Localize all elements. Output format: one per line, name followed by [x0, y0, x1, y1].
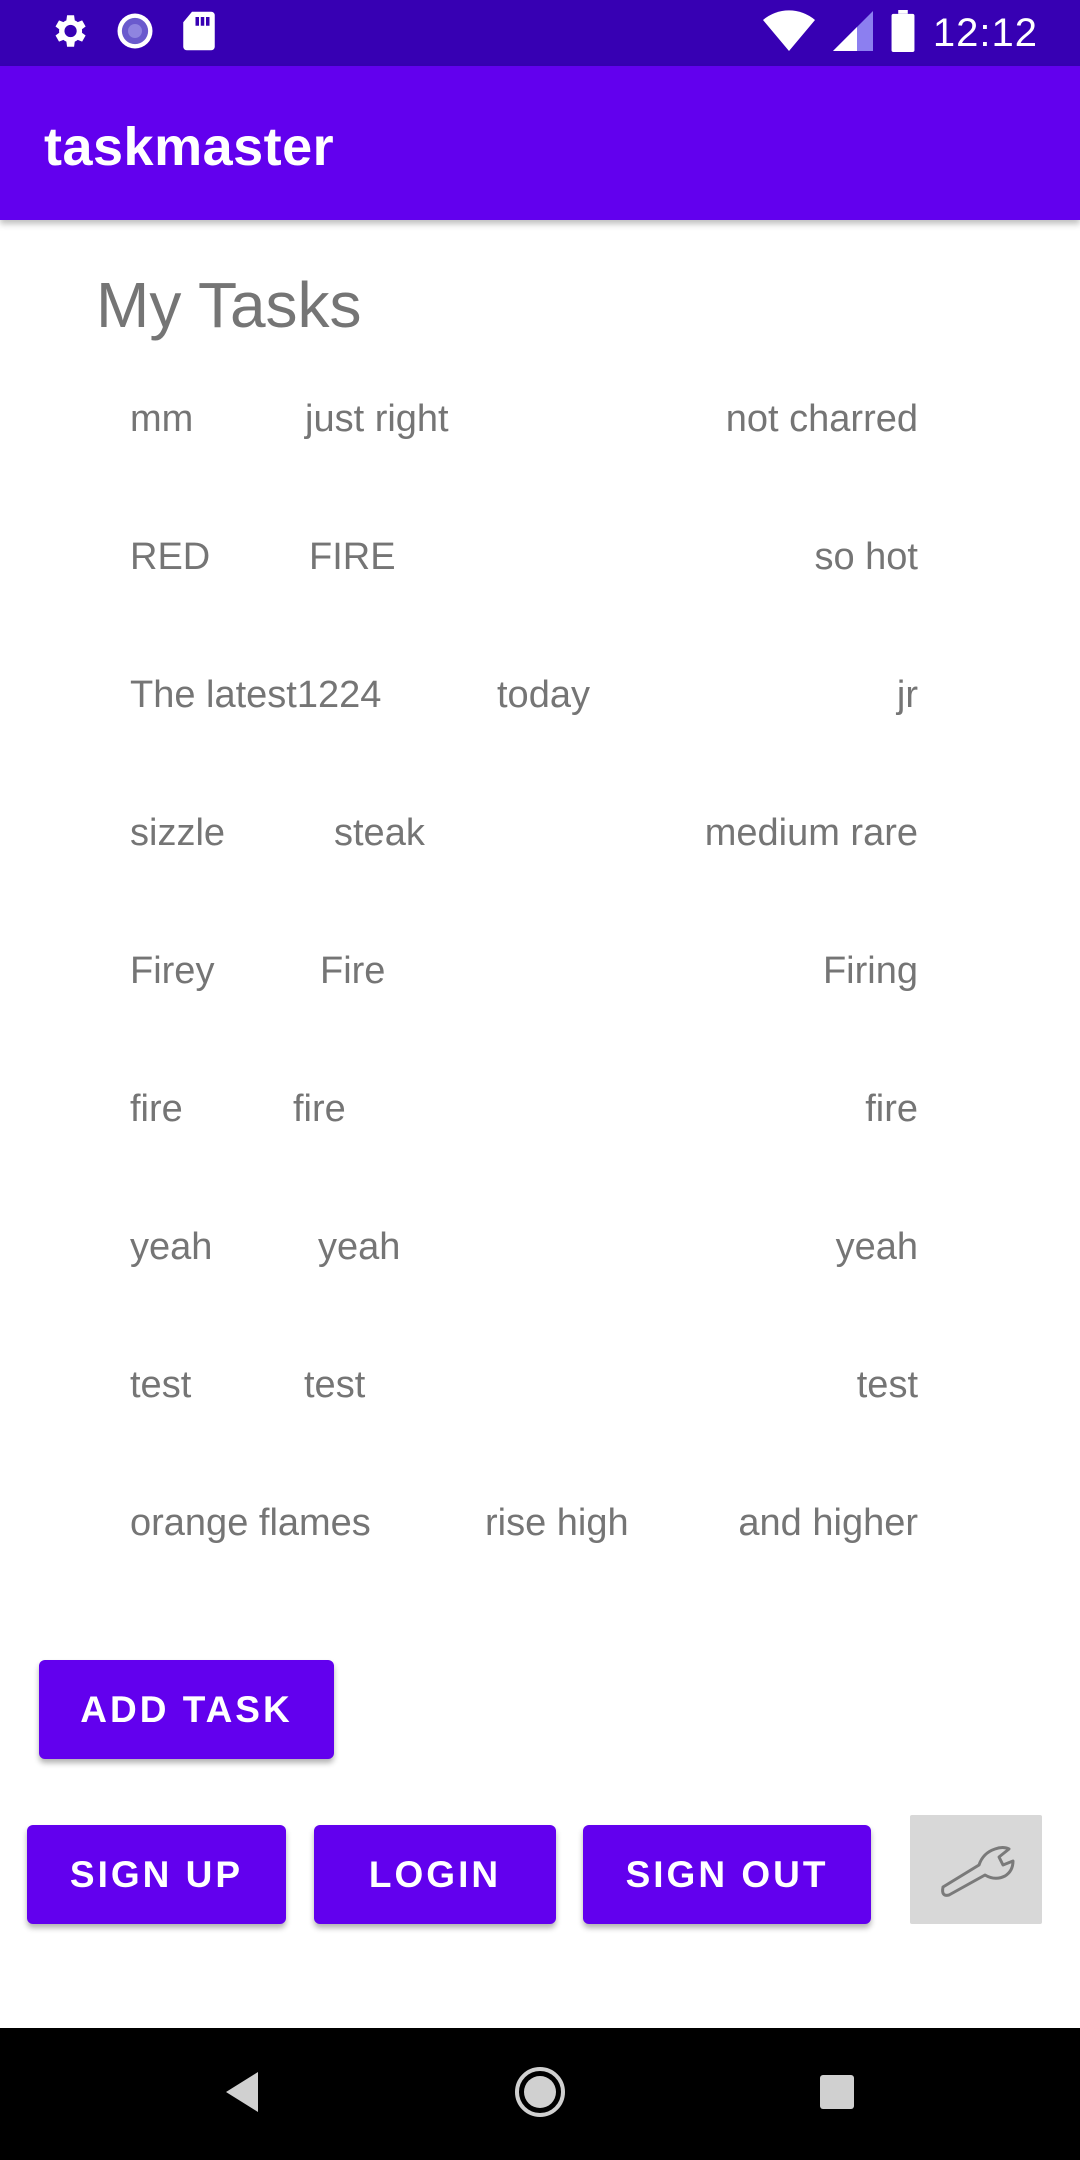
signal-icon: [832, 10, 873, 57]
battery-icon: [891, 9, 915, 57]
status-time: 12:12: [932, 10, 1038, 55]
task-body: steak: [334, 812, 425, 854]
login-button[interactable]: LOGIN: [314, 1825, 556, 1924]
sign-up-button[interactable]: SIGN UP: [27, 1825, 286, 1924]
task-body: rise high: [485, 1502, 629, 1544]
task-title: test: [130, 1364, 192, 1406]
sync-icon: [114, 10, 156, 57]
task-state: not charred: [725, 398, 918, 440]
task-title: yeah: [130, 1226, 213, 1268]
wifi-icon: [762, 9, 815, 57]
task-state: medium rare: [704, 812, 918, 854]
sign-out-button[interactable]: SIGN OUT: [583, 1825, 871, 1924]
task-title: mm: [130, 398, 194, 440]
wrench-icon: [933, 1835, 1019, 1904]
task-row[interactable]: yeah yeah yeah: [0, 1214, 1080, 1284]
task-row[interactable]: mm just right not charred: [0, 386, 1080, 456]
task-body: today: [497, 674, 590, 716]
task-title: Firey: [130, 950, 215, 992]
task-row[interactable]: The latest1224 today jr: [0, 662, 1080, 732]
task-body: test: [304, 1364, 366, 1406]
gear-icon: [48, 10, 90, 57]
add-task-button[interactable]: ADD TASK: [39, 1660, 334, 1759]
app-bar: taskmaster: [0, 66, 1080, 220]
task-state: so hot: [814, 536, 918, 578]
task-state: yeah: [835, 1226, 918, 1268]
task-state: fire: [865, 1088, 918, 1130]
task-row[interactable]: Firey Fire Firing: [0, 938, 1080, 1008]
task-title: orange flames: [130, 1502, 371, 1544]
back-icon: [222, 2070, 262, 2119]
settings-button[interactable]: [910, 1815, 1042, 1924]
nav-bar: [0, 2028, 1080, 2160]
screen: 12:12 taskmaster My Tasks mm just right …: [0, 0, 1080, 2160]
home-button[interactable]: [508, 2062, 572, 2126]
task-row[interactable]: fire fire fire: [0, 1076, 1080, 1146]
app-title: taskmaster: [44, 117, 335, 177]
task-body: fire: [293, 1088, 346, 1130]
task-body: FIRE: [309, 536, 396, 578]
task-state: Firing: [822, 950, 918, 992]
task-body: just right: [305, 398, 449, 440]
task-title: The latest1224: [130, 674, 382, 716]
page-title: My Tasks: [96, 269, 362, 341]
task-row[interactable]: RED FIRE so hot: [0, 524, 1080, 594]
home-icon: [513, 2065, 567, 2124]
task-body: Fire: [320, 950, 386, 992]
task-title: fire: [130, 1088, 183, 1130]
status-bar: 12:12: [0, 0, 1080, 66]
recents-icon: [818, 2073, 856, 2116]
task-row[interactable]: sizzle steak medium rare: [0, 800, 1080, 870]
task-state: and higher: [738, 1502, 918, 1544]
task-title: sizzle: [130, 812, 226, 854]
task-row[interactable]: orange flames rise high and higher: [0, 1490, 1080, 1560]
task-state: test: [856, 1364, 918, 1406]
task-title: RED: [130, 536, 211, 578]
sd-card-icon: [180, 10, 218, 57]
task-row[interactable]: test test test: [0, 1352, 1080, 1422]
back-button[interactable]: [210, 2062, 274, 2126]
task-body: yeah: [318, 1226, 401, 1268]
recents-button[interactable]: [805, 2062, 869, 2126]
task-state: jr: [896, 674, 918, 716]
